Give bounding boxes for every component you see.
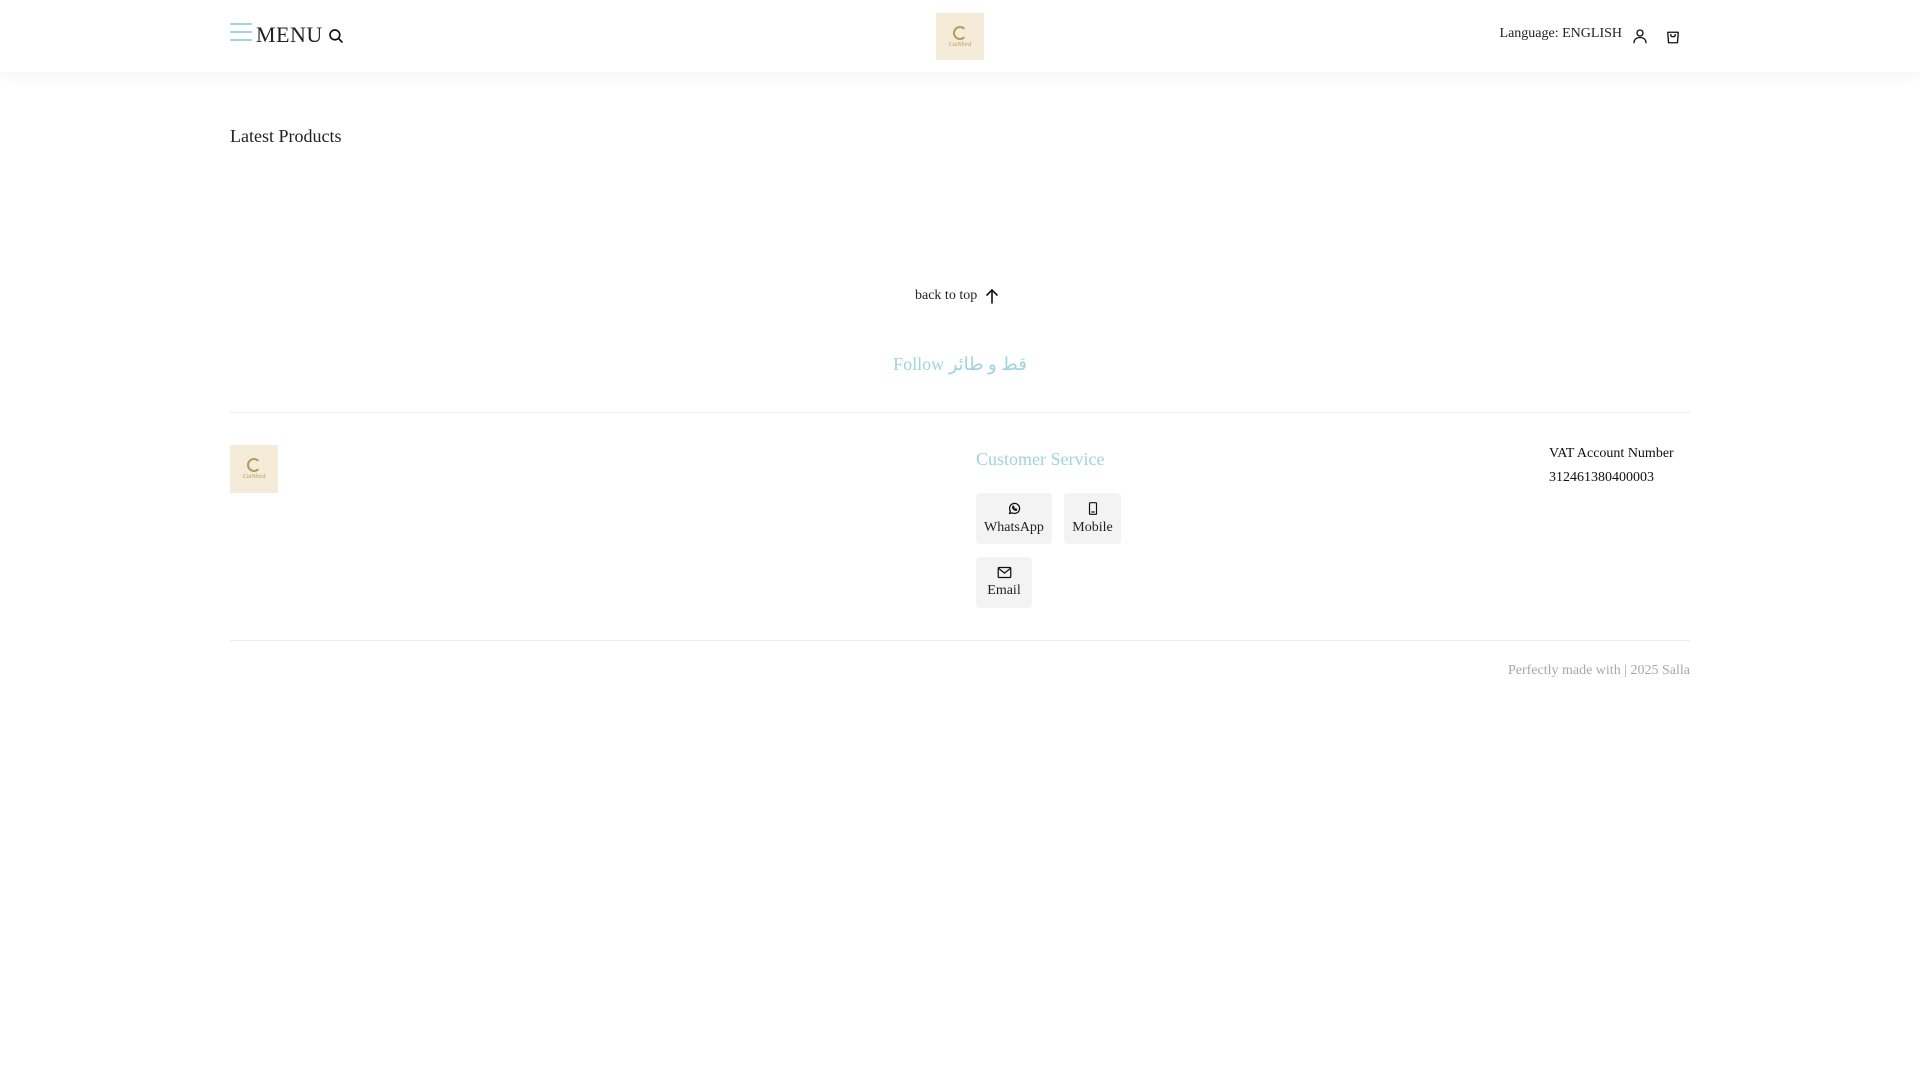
- hamburger-icon: [230, 23, 252, 41]
- mobile-label: Mobile: [1072, 520, 1113, 535]
- footer-divider-bottom: [230, 640, 1690, 641]
- email-label: Email: [987, 583, 1021, 598]
- menu-label: MENU: [256, 22, 323, 47]
- language-switcher[interactable]: Language: ENGLISH: [1500, 26, 1622, 42]
- customer-service-title: Customer Service: [976, 449, 1105, 469]
- email-button[interactable]: Email: [976, 557, 1032, 608]
- logo-text: CatNbird: [242, 474, 266, 480]
- envelope-icon: [997, 566, 1011, 579]
- site-header: MENU CatNbird Language: ENGLISH: [0, 0, 1920, 72]
- vat-number: 312461380400003: [1549, 470, 1654, 485]
- copyright-text: Perfectly made with | 2025 Salla: [1507, 663, 1690, 678]
- vat-label: VAT Account Number: [1549, 446, 1674, 461]
- whatsapp-button[interactable]: WhatsApp: [976, 493, 1052, 544]
- follow-heading: Follow قط و طائر: [893, 354, 1027, 374]
- user-icon[interactable]: [1631, 27, 1649, 45]
- arrow-up-icon: [986, 288, 999, 304]
- footer-logo[interactable]: CatNbird: [230, 445, 278, 493]
- store-logo[interactable]: CatNbird: [936, 13, 984, 60]
- shopping-bag-icon[interactable]: [1664, 27, 1682, 45]
- menu-button[interactable]: MENU: [230, 22, 323, 48]
- section-title: Latest Products: [230, 126, 342, 146]
- search-icon[interactable]: [327, 27, 345, 45]
- logo-mark-icon: [247, 458, 261, 472]
- back-to-top-button[interactable]: back to top: [915, 288, 999, 304]
- mobile-phone-icon: [1088, 502, 1097, 515]
- whatsapp-label: WhatsApp: [984, 520, 1044, 535]
- whatsapp-icon: [1008, 502, 1020, 515]
- back-to-top-label: back to top: [915, 288, 978, 303]
- footer-divider-top: [230, 412, 1690, 413]
- logo-text: CatNbird: [948, 41, 972, 48]
- mobile-button[interactable]: Mobile: [1064, 493, 1121, 544]
- logo-mark-icon: [953, 25, 967, 40]
